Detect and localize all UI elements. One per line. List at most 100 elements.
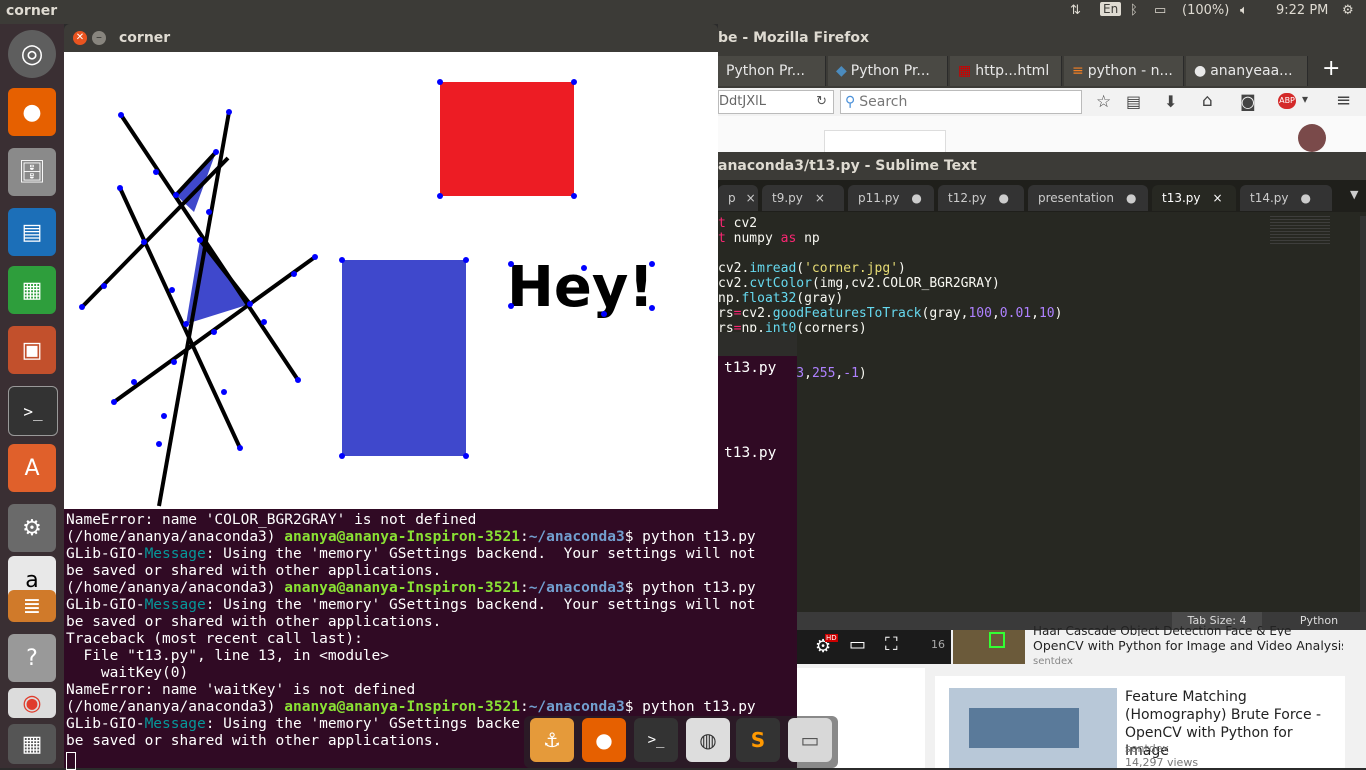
sublime-window: anaconda3/t13.py - Sublime Text p × t9.py… bbox=[718, 152, 1366, 630]
terminal-behind-tab bbox=[718, 332, 797, 356]
anchor-icon[interactable]: ⚓ bbox=[530, 718, 574, 762]
clock[interactable]: 9:22 PM bbox=[1276, 3, 1328, 18]
stackoverflow-icon: ≡ bbox=[1072, 63, 1084, 79]
corner-dot bbox=[649, 305, 655, 311]
window-icon[interactable]: ▭ bbox=[788, 718, 832, 762]
sublime-tab-t12[interactable]: t12.py ● bbox=[938, 185, 1024, 211]
firefox-icon[interactable]: ● bbox=[8, 88, 56, 136]
firefox-dock-icon[interactable]: ● bbox=[582, 718, 626, 762]
corner-dot bbox=[571, 79, 577, 85]
files-icon[interactable]: 🗄︎ bbox=[8, 148, 56, 196]
video1-channel[interactable]: sentdex bbox=[1033, 656, 1073, 664]
video1-title-top[interactable]: Haar Cascade Object Detection Face & Eye bbox=[1033, 624, 1343, 636]
sublime-tab-t9[interactable]: t9.py × bbox=[762, 185, 844, 211]
firefox-tab-5[interactable]: ● ananyeaa... bbox=[1186, 56, 1308, 86]
theater-mode-icon[interactable]: ▭ bbox=[849, 634, 866, 655]
minimap[interactable] bbox=[1270, 216, 1330, 246]
youtube-page: ⚙ HD ▭ ⛶ 16 Haar Cascade Object Detectio… bbox=[797, 624, 1366, 769]
terminal-dock-icon[interactable]: >_ bbox=[634, 718, 678, 762]
menu-icon[interactable]: ≡ bbox=[1336, 90, 1351, 111]
prompt-env: (/home/ananya/anaconda3) bbox=[66, 580, 285, 596]
avatar[interactable] bbox=[1298, 124, 1326, 152]
settings-gear-icon[interactable]: ⚙ bbox=[1342, 3, 1354, 18]
video2-thumbnail[interactable] bbox=[949, 688, 1117, 768]
search-field[interactable]: ⚲ Search bbox=[840, 90, 1082, 114]
code-line-4: cv2.imread('corner.jpg') bbox=[718, 261, 906, 276]
sublime-tab-p11[interactable]: p11.py ● bbox=[848, 185, 934, 211]
chrome-icon[interactable]: ◉ bbox=[8, 688, 56, 718]
workspaces-icon[interactable]: ▦ bbox=[8, 724, 56, 764]
corner-dot bbox=[261, 319, 267, 325]
firefox-tab-2[interactable]: ◆ Python Pr... bbox=[828, 56, 948, 86]
speaker-icon[interactable]: ◍ bbox=[686, 718, 730, 762]
corner-dot bbox=[211, 329, 217, 335]
software-center-icon[interactable]: A bbox=[8, 444, 56, 492]
system-settings-icon[interactable]: ⚙ bbox=[8, 504, 56, 552]
sublime-tab-t13[interactable]: t13.py × bbox=[1152, 185, 1236, 211]
firefox-navbar: DdtJXlL ↻ ⚲ Search ☆ ▤ ⬇ ⌂ ◙ ABP ▾ ≡ bbox=[718, 88, 1366, 117]
calc-icon[interactable]: ▦ bbox=[8, 266, 56, 314]
prompt-sep: : bbox=[519, 699, 529, 715]
pocket-icon[interactable]: ◙ bbox=[1240, 92, 1256, 111]
firefox-tab-1[interactable]: Python Pr... bbox=[718, 56, 826, 86]
sublime-tab-p[interactable]: p × bbox=[718, 185, 758, 211]
help-icon[interactable]: ? bbox=[8, 634, 56, 682]
video1-title[interactable]: OpenCV with Python for Image and Video A… bbox=[1033, 638, 1343, 653]
new-tab-button[interactable]: + bbox=[1322, 56, 1340, 81]
corner-dot bbox=[173, 192, 179, 198]
terminal-line: Traceback (most recent call last): bbox=[66, 631, 363, 647]
related-card[interactable]: Feature Matching (Homography) Brute Forc… bbox=[935, 676, 1345, 769]
close-button[interactable]: ✕ bbox=[73, 31, 87, 45]
hey-text: Hey! bbox=[507, 255, 654, 320]
terminal-icon[interactable]: >_ bbox=[8, 386, 58, 436]
writer-icon[interactable]: ▤ bbox=[8, 208, 56, 256]
adblock-icon[interactable]: ABP bbox=[1278, 93, 1296, 109]
stack-icon[interactable]: ≣ bbox=[8, 590, 56, 622]
home-icon[interactable]: ⌂ bbox=[1202, 91, 1213, 111]
firefox-tab-4[interactable]: ≡ python - n... bbox=[1064, 56, 1184, 86]
terminal-line: waitKey(0) bbox=[66, 665, 189, 681]
bookmark-star-icon[interactable]: ☆ bbox=[1096, 92, 1111, 112]
code-area[interactable]: t cv2 t numpy as np cv2.imread('corner.j… bbox=[718, 216, 1258, 612]
sublime-tab-t14[interactable]: t14.py ● bbox=[1240, 185, 1332, 211]
github-icon: ● bbox=[1194, 63, 1207, 79]
sublime-dock-icon[interactable]: S bbox=[736, 718, 780, 762]
firefox-tabbar: Python Pr... ◆ Python Pr... ▦ http...html … bbox=[718, 52, 1366, 88]
corner-dot bbox=[153, 169, 159, 175]
battery-percent[interactable]: (100%) bbox=[1182, 3, 1229, 18]
corner-dot bbox=[213, 149, 219, 155]
battery-icon[interactable]: ▭ bbox=[1154, 3, 1166, 18]
corner-dot bbox=[247, 301, 253, 307]
minimize-button[interactable]: – bbox=[92, 31, 106, 45]
corner-dot bbox=[339, 257, 345, 263]
firefox-tab-3[interactable]: ▦ http...html bbox=[950, 56, 1062, 86]
volume-icon[interactable]: 🔈︎ bbox=[1240, 3, 1248, 18]
impress-icon[interactable]: ▣ bbox=[8, 326, 56, 374]
dash-home-icon[interactable]: ◎ bbox=[8, 30, 56, 78]
network-icon[interactable]: ⇅ bbox=[1070, 3, 1081, 18]
prompt-user: ananya@ananya-Inspiron-3521 bbox=[284, 580, 520, 596]
tab-overflow-icon[interactable]: ▼ bbox=[1350, 188, 1358, 201]
corner-dot bbox=[581, 265, 587, 271]
download-icon[interactable]: ⬇ bbox=[1164, 92, 1177, 111]
reload-icon[interactable]: ↻ bbox=[816, 91, 827, 113]
chevron-down-icon[interactable]: ▾ bbox=[1302, 92, 1308, 106]
video1-thumbnail[interactable] bbox=[953, 630, 1025, 664]
terminal-line: be saved or shared with other applicatio… bbox=[66, 563, 442, 579]
url-bar[interactable]: DdtJXlL ↻ bbox=[718, 90, 834, 114]
video2-channel[interactable]: sentdex bbox=[1125, 742, 1169, 755]
scrollbar[interactable] bbox=[1360, 216, 1366, 612]
code-line-7: rs=cv2.goodFeaturesToTrack(gray,100,0.01… bbox=[718, 306, 1063, 321]
video-controls: ⚙ HD ▭ ⛶ 16 bbox=[797, 630, 951, 664]
keyboard-layout-indicator[interactable]: En bbox=[1100, 2, 1122, 16]
video2-views: 14,297 views bbox=[1125, 756, 1199, 769]
python-icon: ◆ bbox=[836, 63, 847, 79]
fullscreen-icon[interactable]: ⛶ bbox=[885, 634, 898, 655]
bluetooth-icon[interactable]: ᛒ bbox=[1130, 3, 1138, 18]
corner-dot bbox=[226, 109, 232, 115]
corner-dot bbox=[206, 209, 212, 215]
terminal-line: (/home/ananya/anaconda3) ananya@ananya-I… bbox=[66, 580, 756, 597]
reading-list-icon[interactable]: ▤ bbox=[1126, 92, 1141, 111]
sublime-tab-presentation[interactable]: presentation ● bbox=[1028, 185, 1148, 211]
corner-dot bbox=[571, 193, 577, 199]
